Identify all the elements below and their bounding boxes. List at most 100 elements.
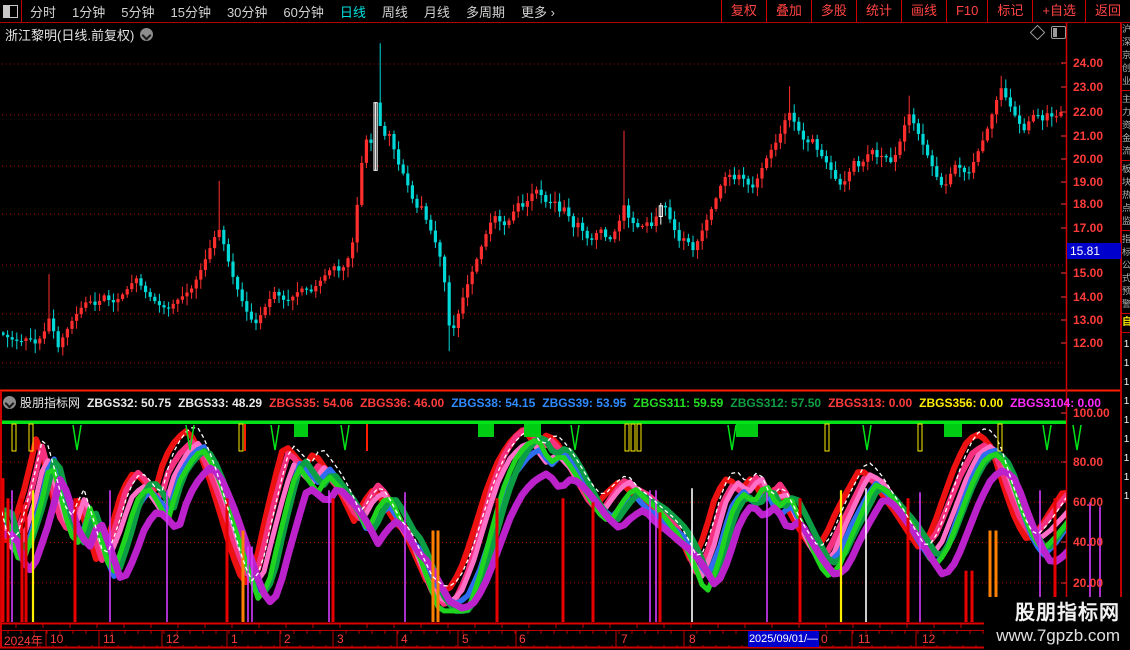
toolbar-button-F10[interactable]: F10 <box>945 0 987 22</box>
date-label: 7 <box>621 632 628 646</box>
panel-toggle-icon <box>3 4 18 18</box>
date-label: 12 <box>922 632 936 646</box>
sidebar-char: 指 <box>1122 233 1130 246</box>
date-label: 2024年 <box>4 634 43 648</box>
period-tab-月线[interactable]: 月线 <box>424 2 450 21</box>
sidebar-quote-digit: 1 <box>1123 453 1130 464</box>
indicator-value-ZBGS356: ZBGS356: 0.00 <box>919 395 1004 410</box>
watermark-brand: 股朋指标网 <box>1015 602 1120 624</box>
chart-canvas <box>0 0 1121 650</box>
date-label: 5 <box>462 632 469 646</box>
sidebar-char: 力 <box>1122 106 1130 119</box>
last-price-badge: 15.81 <box>1067 243 1122 259</box>
indicator-value-ZBGS36: ZBGS36: 46.00 <box>360 395 445 410</box>
sidebar-char: 板 <box>1122 163 1130 176</box>
indicator-axis-label: 40.00 <box>1073 535 1104 549</box>
sidebar-char: 式 <box>1122 272 1130 285</box>
date-label: 11 <box>858 632 871 646</box>
toolbar-button-画线[interactable]: 画线 <box>900 0 946 22</box>
top-toolbar: 分时 1分钟 5分钟 15分钟 30分钟 60分钟 日线 周线 月线 多周期 更多 › 复权 叠加 多股… <box>0 0 1130 23</box>
indicator-axis-label: 80.00 <box>1073 455 1104 469</box>
price-label: 13.00 <box>1073 313 1104 327</box>
sidebar-tab-label[interactable]: 自 <box>1122 316 1130 330</box>
toolbar-button-复权[interactable]: 复权 <box>720 0 766 22</box>
frame-lines <box>0 0 1121 650</box>
indicator-axis-label: 60.00 <box>1073 495 1104 509</box>
date-label: 11 <box>103 632 116 646</box>
sidebar-quote-digit: 1 <box>1123 491 1130 502</box>
indicator-panel <box>1 420 1101 628</box>
sidebar-char: 点 <box>1122 202 1130 215</box>
date-label: 1 <box>231 632 238 646</box>
toolbar-button-标记[interactable]: 标记 <box>987 0 1032 22</box>
sidebar-char: 监 <box>1122 215 1130 228</box>
sidebar-quote-digit: 1 <box>1123 339 1130 350</box>
date-highlight-badge: 2025/09/01/— <box>748 631 819 647</box>
sidebar-char: 流 <box>1122 145 1130 158</box>
panel-icon[interactable] <box>1051 26 1066 39</box>
date-label: 12 <box>166 632 180 646</box>
toolbar-button-叠加[interactable]: 叠加 <box>765 0 811 22</box>
period-tab-周线[interactable]: 周线 <box>382 2 408 21</box>
indicator-value-ZBGS311: ZBGS311: 59.59 <box>633 395 724 410</box>
indicator-collapse-icon[interactable] <box>3 396 16 409</box>
stock-title: 浙江黎明(日线.前复权) <box>5 28 135 43</box>
period-tab-日线[interactable]: 日线 <box>340 2 366 21</box>
period-tab-30分钟[interactable]: 30分钟 <box>227 2 267 21</box>
sidebar-char: 资 <box>1122 119 1130 132</box>
watermark: 股朋指标网 www.7gpzb.com <box>984 597 1124 650</box>
right-sidebar-strip[interactable]: 沪深京创业主力资金流板块热点监指标公式预警自 1 1 1 1 1 1 1 1 1 <box>1121 23 1130 650</box>
sidebar-text-group: 主力资金流 <box>1122 93 1130 158</box>
indicator-value-ZBGS313: ZBGS313: 0.00 <box>828 395 913 410</box>
sidebar-char: 热 <box>1122 189 1130 202</box>
period-tab-60分钟[interactable]: 60分钟 <box>283 2 323 21</box>
sidebar-text-group: 指标公式预警 <box>1122 233 1130 311</box>
price-label: 20.00 <box>1073 152 1104 166</box>
chevron-down-icon[interactable] <box>140 28 154 41</box>
indicator-value-ZBGS39: ZBGS39: 53.95 <box>542 395 627 410</box>
indicator-value-ZBGS312: ZBGS312: 57.50 <box>730 395 822 410</box>
price-label: 19.00 <box>1073 175 1104 189</box>
price-label: 18.00 <box>1073 197 1104 211</box>
sidebar-quote-digit: 1 <box>1123 396 1130 407</box>
sidebar-char: 主 <box>1122 93 1130 106</box>
sidebar-divider <box>1122 90 1130 91</box>
main-gridlines <box>2 63 1066 364</box>
watermark-url: www.7gpzb.com <box>996 626 1120 645</box>
price-label: 12.00 <box>1073 336 1104 350</box>
period-tab-1分钟[interactable]: 1分钟 <box>72 2 105 21</box>
price-label: 14.00 <box>1073 290 1104 304</box>
sidebar-char: 沪 <box>1122 23 1130 36</box>
sidebar-text-group: 板块热点监 <box>1122 163 1130 228</box>
sidebar-divider <box>1122 332 1130 333</box>
toolbar-button-统计[interactable]: 统计 <box>855 0 901 22</box>
panel-toggle-button[interactable] <box>0 0 22 22</box>
period-tab-分时[interactable]: 分时 <box>30 2 56 21</box>
period-tab-多周期[interactable]: 多周期 <box>466 2 505 21</box>
sidebar-char: 创 <box>1122 62 1130 75</box>
price-label: 24.00 <box>1073 56 1104 70</box>
sidebar-char: 业 <box>1122 75 1130 88</box>
period-tab-15分钟[interactable]: 15分钟 <box>170 2 210 21</box>
sidebar-quote-digit: 1 <box>1123 434 1130 445</box>
period-tab-更多 ›[interactable]: 更多 › <box>521 2 555 21</box>
toolbar-button-多股[interactable]: 多股 <box>810 0 856 22</box>
price-label: 21.00 <box>1073 129 1104 143</box>
toolbar-button-+自选[interactable]: +自选 <box>1032 0 1085 22</box>
sidebar-char: 公 <box>1122 259 1130 272</box>
sidebar-divider <box>1122 160 1130 161</box>
sidebar-char: 块 <box>1122 176 1130 189</box>
toolbar-button-返回[interactable]: 返回 <box>1084 0 1130 22</box>
chart-corner-icons <box>1029 24 1066 41</box>
diamond-icon[interactable] <box>1029 24 1046 41</box>
sidebar-text-group: 沪深京创业 <box>1122 23 1130 88</box>
period-tab-5分钟[interactable]: 5分钟 <box>121 2 154 21</box>
date-label: 3 <box>337 632 344 646</box>
period-tabs: 分时 1分钟 5分钟 15分钟 30分钟 60分钟 日线 周线 月线 多周期 更多 › <box>22 2 721 21</box>
sidebar-char: 标 <box>1122 246 1130 259</box>
indicator-ribbons <box>2 425 1066 614</box>
indicator-value-ZBGS32: ZBGS32: 50.75 <box>87 395 172 410</box>
sidebar-char: 预 <box>1122 285 1130 298</box>
sidebar-quote-digit: 1 <box>1123 415 1130 426</box>
date-label: 10 <box>50 632 64 646</box>
